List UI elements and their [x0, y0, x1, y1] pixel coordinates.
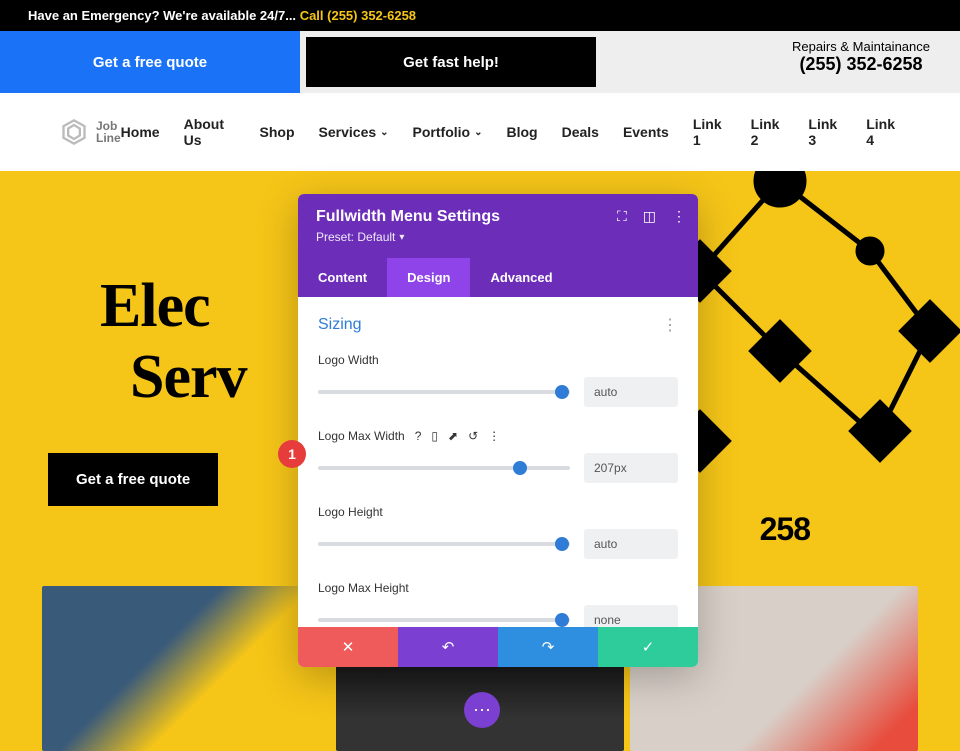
hover-icon[interactable]: ⬈: [448, 429, 458, 443]
redo-button[interactable]: ↷: [498, 627, 598, 667]
nav-item-link-2[interactable]: Link 2: [751, 116, 785, 148]
annotation-badge: 1: [278, 440, 306, 468]
nav-item-events[interactable]: Events: [623, 116, 669, 148]
logo-max-height-input[interactable]: [584, 605, 678, 627]
panel-footer: ✕ ↶ ↷ ✓: [298, 627, 698, 667]
logo[interactable]: JobLine: [60, 118, 121, 146]
repairs-label: Repairs & Maintainance: [792, 39, 930, 54]
nav-item-link-3[interactable]: Link 3: [808, 116, 842, 148]
emergency-phone[interactable]: Call (255) 352-6258: [300, 8, 416, 23]
panel-tabs: Content Design Advanced: [298, 258, 698, 297]
logo-height-slider[interactable]: [318, 542, 570, 546]
get-quote-button[interactable]: Get a free quote: [0, 31, 300, 93]
logo-height-label: Logo Height: [318, 505, 678, 519]
slider-thumb[interactable]: [555, 537, 569, 551]
nav-item-shop[interactable]: Shop: [260, 116, 295, 148]
hero-quote-button[interactable]: Get a free quote: [48, 453, 218, 506]
header-phone[interactable]: (255) 352-6258: [792, 54, 930, 75]
logo-height-input[interactable]: [584, 529, 678, 559]
logo-width-slider[interactable]: [318, 390, 570, 394]
logo-max-width-label: Logo Max Width: [318, 429, 405, 443]
tab-advanced[interactable]: Advanced: [470, 258, 572, 297]
panel-preset[interactable]: Preset: Default ▾: [316, 230, 404, 244]
nav-item-home[interactable]: Home: [121, 116, 160, 148]
expand-icon[interactable]: ⛶: [617, 208, 627, 225]
builder-fab[interactable]: ⋯: [464, 692, 500, 728]
section-more-icon[interactable]: ⋮: [662, 315, 678, 335]
main-nav: JobLine Home About Us Shop Services⌄ Portfol…: [0, 93, 960, 171]
logo-max-width-slider[interactable]: [318, 466, 570, 470]
field-logo-width: Logo Width: [318, 353, 678, 407]
field-more-icon[interactable]: ⋮: [488, 429, 500, 443]
reset-icon[interactable]: ↺: [468, 429, 478, 443]
snap-icon[interactable]: ◫: [643, 208, 656, 225]
logo-width-label: Logo Width: [318, 353, 678, 367]
get-fast-help-button[interactable]: Get fast help!: [306, 37, 596, 87]
nav-item-deals[interactable]: Deals: [562, 116, 599, 148]
nav-item-blog[interactable]: Blog: [506, 116, 537, 148]
chevron-down-icon: ▾: [399, 232, 404, 243]
help-icon[interactable]: ?: [415, 429, 422, 443]
nav-item-services[interactable]: Services⌄: [319, 116, 389, 148]
more-icon[interactable]: ⋮: [672, 208, 686, 225]
slider-thumb[interactable]: [555, 613, 569, 627]
section-title[interactable]: Sizing: [318, 316, 362, 334]
logo-width-input[interactable]: [584, 377, 678, 407]
field-logo-height: Logo Height: [318, 505, 678, 559]
header-row: Get a free quote Get fast help! Repairs …: [0, 31, 960, 93]
field-logo-max-height: Logo Max Height: [318, 581, 678, 627]
tab-content[interactable]: Content: [298, 258, 387, 297]
panel-header[interactable]: Fullwidth Menu Settings Preset: Default …: [298, 194, 698, 258]
chevron-down-icon: ⌄: [474, 127, 482, 138]
tab-design[interactable]: Design: [387, 258, 470, 297]
nav-item-link-4[interactable]: Link 4: [866, 116, 900, 148]
nav-item-portfolio[interactable]: Portfolio⌄: [413, 116, 483, 148]
phone-icon[interactable]: ▯: [431, 429, 438, 443]
settings-panel: Fullwidth Menu Settings Preset: Default …: [298, 194, 698, 667]
logo-max-height-slider[interactable]: [318, 618, 570, 622]
logo-icon: [60, 118, 88, 146]
nav-item-about-us[interactable]: About Us: [184, 116, 236, 148]
cancel-button[interactable]: ✕: [298, 627, 398, 667]
nav-item-link-1[interactable]: Link 1: [693, 116, 727, 148]
logo-max-width-input[interactable]: [584, 453, 678, 483]
emergency-bar: Have an Emergency? We're available 24/7.…: [0, 0, 960, 31]
undo-button[interactable]: ↶: [398, 627, 498, 667]
logo-max-height-label: Logo Max Height: [318, 581, 678, 595]
logo-text-2: Line: [96, 131, 121, 145]
chevron-down-icon: ⌄: [380, 127, 388, 138]
slider-thumb[interactable]: [513, 461, 527, 475]
slider-thumb[interactable]: [555, 385, 569, 399]
panel-body: Sizing ⋮ Logo Width Logo Max Width ? ▯ ⬈…: [298, 297, 698, 627]
emergency-text: Have an Emergency? We're available 24/7.…: [28, 8, 296, 23]
field-logo-max-width: Logo Max Width ? ▯ ⬈ ↺ ⋮: [318, 429, 678, 483]
gallery-image-1[interactable]: [42, 586, 330, 751]
repairs-info: Repairs & Maintainance (255) 352-6258: [762, 31, 960, 93]
save-button[interactable]: ✓: [598, 627, 698, 667]
hero-phone-fragment: 258: [760, 511, 810, 548]
